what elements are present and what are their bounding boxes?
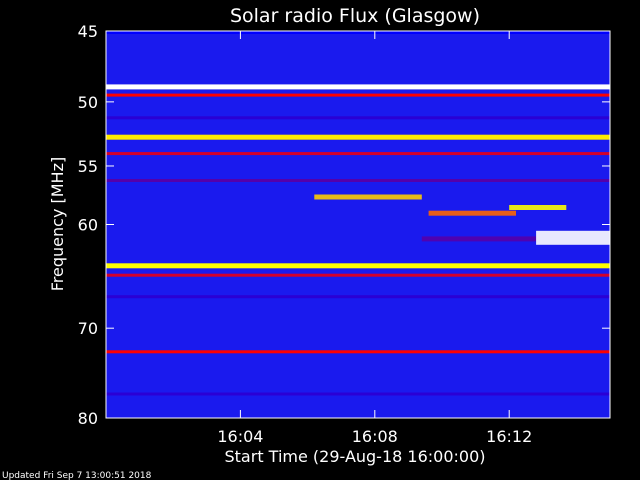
y-tick-label: 80: [78, 409, 98, 428]
chart-title: Solar radio Flux (Glasgow): [230, 5, 480, 27]
y-tick-label: 55: [78, 157, 98, 176]
y-axis-label: Frequency [MHz]: [48, 157, 67, 291]
band-2: [106, 93, 610, 97]
band-4: [106, 134, 610, 140]
band-10: [106, 350, 610, 354]
band-9: [106, 295, 610, 299]
burst-2: [509, 205, 567, 210]
y-tick-label: 50: [78, 93, 98, 112]
band-3: [106, 116, 610, 120]
footer-updated: Updated Fri Sep 7 13:00:51 2018: [2, 471, 152, 480]
x-tick-label: 16:12: [486, 427, 532, 446]
band-6: [106, 179, 610, 182]
y-tick-label: 60: [78, 216, 98, 235]
band-1: [106, 84, 610, 90]
burst-1: [428, 210, 516, 216]
x-tick-label: 16:08: [352, 427, 398, 446]
plot-area: [105, 30, 611, 419]
x-tick-label: 16:04: [217, 427, 263, 446]
spectrogram-chart: Solar radio Flux (Glasgow) 455055607080 …: [2, 5, 611, 480]
burst-0: [314, 194, 422, 200]
x-axis-label: Start Time (29-Aug-18 16:00:00): [225, 447, 486, 466]
burst-4: [536, 230, 610, 245]
burst-3: [421, 236, 536, 242]
band-8: [106, 273, 610, 277]
y-tick-label: 70: [78, 319, 98, 338]
band-5: [106, 152, 610, 156]
band-11: [106, 392, 610, 396]
y-tick-label: 45: [78, 22, 98, 41]
band-7: [106, 263, 610, 269]
